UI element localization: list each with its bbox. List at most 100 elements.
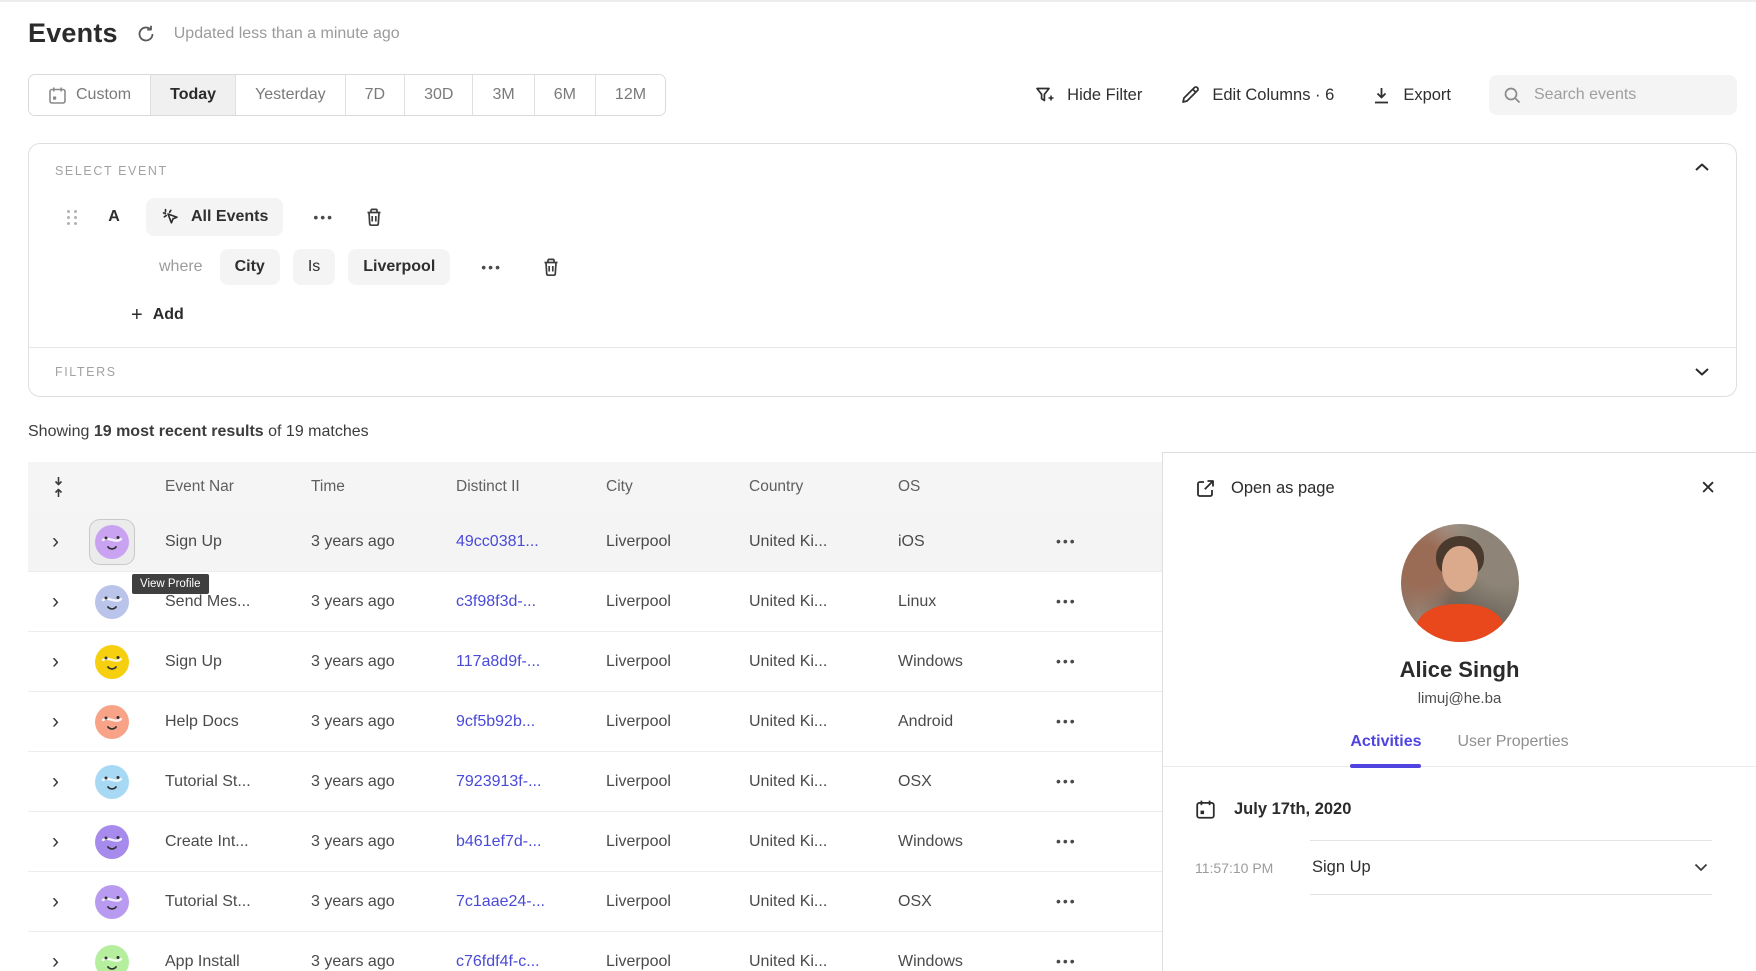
cell-time: 3 years ago: [311, 533, 456, 551]
row-expand-chevron[interactable]: ›: [28, 591, 68, 612]
row-more-options-button[interactable]: •••: [1052, 533, 1081, 549]
cell-distinct-id-link[interactable]: 7c1aae24-...: [456, 893, 606, 911]
more-dots-icon: •••: [1056, 953, 1077, 969]
column-header-city[interactable]: City: [606, 478, 749, 496]
cell-city: Liverpool: [606, 653, 749, 671]
row-expand-chevron[interactable]: ›: [28, 711, 68, 732]
close-panel-button[interactable]: ✕: [1700, 477, 1716, 500]
event-more-options-button[interactable]: •••: [309, 209, 338, 225]
edit-columns-button[interactable]: Edit Columns · 6: [1180, 85, 1334, 105]
more-dots-icon: •••: [1056, 713, 1077, 729]
date-range-option-today[interactable]: Today: [150, 75, 235, 115]
avatar[interactable]: [95, 765, 129, 799]
avatar[interactable]: [95, 645, 129, 679]
avatar[interactable]: [95, 945, 129, 971]
delete-event-clause-button[interactable]: [364, 207, 384, 228]
cell-country: United Ki...: [749, 653, 898, 671]
row-more-options-button[interactable]: •••: [1052, 653, 1081, 669]
collapse-sort-icon[interactable]: [28, 476, 68, 498]
cell-os: OSX: [898, 893, 1008, 911]
date-range-option-12m[interactable]: 12M: [595, 75, 665, 115]
table-row[interactable]: › Sign Up 3 years ago 117a8d9f-... Liver…: [28, 632, 1162, 692]
cell-distinct-id-link[interactable]: c3f98f3d-...: [456, 593, 606, 611]
cell-distinct-id-link[interactable]: b461ef7d-...: [456, 833, 606, 851]
search-events-input[interactable]: [1534, 86, 1723, 104]
row-actions: •••: [1008, 653, 1162, 671]
avatar-cell: [68, 520, 165, 564]
cell-distinct-id-link[interactable]: 9cf5b92b...: [456, 713, 606, 731]
table-row[interactable]: › App Install 3 years ago c76fdf4f-c... …: [28, 932, 1162, 971]
delete-filter-button[interactable]: [541, 257, 561, 278]
row-actions: •••: [1008, 593, 1162, 611]
table-row[interactable]: › Tutorial St... 3 years ago 7923913f-..…: [28, 752, 1162, 812]
more-dots-icon: •••: [313, 209, 334, 225]
row-expand-chevron[interactable]: ›: [28, 831, 68, 852]
date-range-option-3m[interactable]: 3M: [472, 75, 533, 115]
cell-distinct-id-link[interactable]: 117a8d9f-...: [456, 653, 606, 671]
avatar[interactable]: [95, 525, 129, 559]
filter-more-options-button[interactable]: •••: [477, 259, 506, 275]
avatar[interactable]: [95, 585, 129, 619]
row-more-options-button[interactable]: •••: [1052, 713, 1081, 729]
table-row[interactable]: › Sign Up 3 years ago 49cc0381... Liverp…: [28, 512, 1162, 572]
cell-os: Android: [898, 713, 1008, 731]
cell-distinct-id-link[interactable]: 7923913f-...: [456, 773, 606, 791]
profile-panel: Open as page ✕ Alice Singh limuj@he.ba A…: [1162, 452, 1756, 971]
more-dots-icon: •••: [1056, 773, 1077, 789]
table-row[interactable]: › Create Int... 3 years ago b461ef7d-...…: [28, 812, 1162, 872]
refresh-button[interactable]: [136, 24, 156, 44]
chevron-down-icon: [1694, 367, 1710, 377]
value-chip[interactable]: Liverpool: [348, 249, 450, 285]
row-more-options-button[interactable]: •••: [1052, 953, 1081, 969]
column-header-os[interactable]: OS: [898, 478, 1008, 496]
filters-section-header[interactable]: FILTERS: [29, 347, 1736, 396]
avatar-ring: [90, 700, 134, 744]
date-range-option-yesterday[interactable]: Yesterday: [235, 75, 345, 115]
cell-os: Windows: [898, 653, 1008, 671]
tab-user-properties[interactable]: User Properties: [1457, 733, 1568, 753]
add-clause-button[interactable]: + Add: [131, 305, 184, 325]
avatar-cell: [68, 940, 165, 971]
avatar[interactable]: [95, 705, 129, 739]
column-header-distinct-id[interactable]: Distinct II: [456, 478, 606, 496]
showing-suffix: of 19 matches: [264, 423, 369, 440]
date-range-option-7d[interactable]: 7D: [345, 75, 404, 115]
date-range-option-6m[interactable]: 6M: [534, 75, 595, 115]
event-selector-chip[interactable]: All Events: [146, 198, 283, 236]
search-icon: [1503, 86, 1522, 105]
chevron-down-icon: [1694, 863, 1708, 872]
collapse-section-button[interactable]: [1694, 162, 1710, 172]
date-range-custom-button[interactable]: Custom: [29, 75, 150, 115]
activity-event-select[interactable]: Sign Up: [1310, 840, 1712, 895]
avatar-ring: [90, 880, 134, 924]
drag-handle-icon[interactable]: [67, 210, 78, 225]
row-expand-chevron[interactable]: ›: [28, 891, 68, 912]
open-as-page-button[interactable]: Open as page: [1195, 478, 1335, 499]
trash-icon: [541, 257, 561, 278]
row-more-options-button[interactable]: •••: [1052, 593, 1081, 609]
export-button[interactable]: Export: [1372, 86, 1451, 105]
cell-distinct-id-link[interactable]: c76fdf4f-c...: [456, 953, 606, 971]
table-row[interactable]: › Help Docs 3 years ago 9cf5b92b... Live…: [28, 692, 1162, 752]
row-expand-chevron[interactable]: ›: [28, 651, 68, 672]
column-header-event-name[interactable]: Event Nar: [165, 478, 311, 496]
row-expand-chevron[interactable]: ›: [28, 771, 68, 792]
table-row[interactable]: › Tutorial St... 3 years ago 7c1aae24-..…: [28, 872, 1162, 932]
property-chip[interactable]: City: [220, 249, 280, 285]
row-more-options-button[interactable]: •••: [1052, 833, 1081, 849]
cell-distinct-id-link[interactable]: 49cc0381...: [456, 533, 606, 551]
column-header-country[interactable]: Country: [749, 478, 898, 496]
row-actions: •••: [1008, 953, 1162, 971]
row-more-options-button[interactable]: •••: [1052, 893, 1081, 909]
operator-chip[interactable]: Is: [293, 249, 335, 285]
tab-activities[interactable]: Activities: [1350, 733, 1421, 753]
cell-time: 3 years ago: [311, 653, 456, 671]
row-expand-chevron[interactable]: ›: [28, 531, 68, 552]
row-expand-chevron[interactable]: ›: [28, 951, 68, 971]
date-range-option-30d[interactable]: 30D: [404, 75, 472, 115]
avatar[interactable]: [95, 885, 129, 919]
row-more-options-button[interactable]: •••: [1052, 773, 1081, 789]
avatar[interactable]: [95, 825, 129, 859]
hide-filter-button[interactable]: Hide Filter: [1034, 85, 1142, 106]
column-header-time[interactable]: Time: [311, 478, 456, 496]
